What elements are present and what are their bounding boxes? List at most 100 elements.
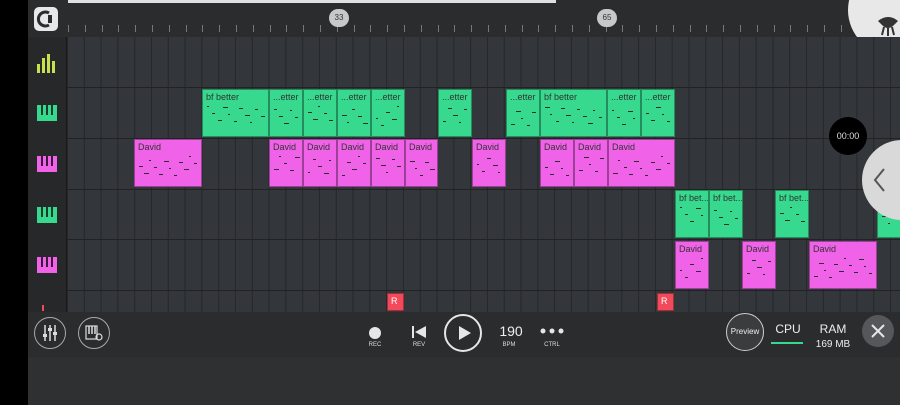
note-mark <box>425 162 429 163</box>
note-mark <box>634 161 640 162</box>
ruler-tick <box>320 25 321 32</box>
note-mark <box>410 161 415 162</box>
clip-label: David <box>679 244 703 254</box>
note-mark <box>617 117 621 118</box>
play-button[interactable] <box>444 314 482 352</box>
note-mark <box>579 170 583 171</box>
piano-green-icon[interactable] <box>36 204 58 226</box>
pattern-clip[interactable]: bf bet... <box>709 190 743 238</box>
record-icon[interactable] <box>368 326 382 340</box>
pattern-clip[interactable]: David <box>608 139 675 187</box>
menu-icon[interactable] <box>33 6 59 32</box>
note-mark <box>194 163 197 164</box>
pattern-clip[interactable]: David <box>303 139 337 187</box>
close-button[interactable] <box>862 315 894 347</box>
pattern-clip[interactable]: ...etter <box>438 89 472 137</box>
note-mark <box>228 114 231 115</box>
note-mark <box>458 122 461 123</box>
ruler-tick <box>135 25 137 32</box>
ruler-tick <box>118 25 120 32</box>
pattern-clip[interactable]: David <box>574 139 608 187</box>
ruler-tick <box>269 25 271 32</box>
pattern-clip[interactable]: bf bet... <box>775 190 809 238</box>
piano-pink-icon[interactable] <box>36 254 58 276</box>
note-mark <box>690 264 695 265</box>
pattern-clip[interactable]: David <box>472 139 506 187</box>
pattern-clip[interactable]: David <box>405 139 438 187</box>
note-mark <box>477 164 479 165</box>
ruler-tick <box>622 25 624 32</box>
automation-track-icon[interactable] <box>42 305 44 311</box>
row-divider <box>67 290 900 291</box>
note-mark <box>274 169 279 170</box>
pattern-clip[interactable]: bf bet... <box>675 190 709 238</box>
pattern-clip[interactable]: David <box>337 139 371 187</box>
note-mark <box>357 156 360 157</box>
ruler-tick <box>656 25 657 32</box>
note-mark <box>497 172 500 173</box>
note-mark <box>780 213 784 214</box>
note-mark <box>284 163 288 164</box>
pattern-clip[interactable]: David <box>675 241 709 289</box>
close-icon <box>871 324 885 338</box>
note-mark <box>352 109 356 110</box>
automation-clip[interactable]: R <box>387 293 404 311</box>
pattern-clip[interactable]: ...etter <box>337 89 371 137</box>
note-mark <box>690 221 695 222</box>
pattern-clip[interactable]: David <box>134 139 202 187</box>
automation-clip[interactable]: R <box>657 293 674 311</box>
bar-marker-65[interactable]: 65 <box>597 9 617 27</box>
note-mark <box>391 119 397 120</box>
pattern-clip[interactable]: bf better <box>540 89 607 137</box>
note-mark <box>260 116 265 117</box>
more-icon[interactable] <box>540 328 564 334</box>
note-mark <box>593 110 596 111</box>
ruler-tick <box>387 25 389 32</box>
note-mark <box>651 120 656 121</box>
pattern-clip[interactable]: David <box>269 139 303 187</box>
row-divider <box>67 239 900 240</box>
playlist-grid[interactable]: bf better ...etter ...etter ...etter ...… <box>67 37 900 312</box>
rewind-icon[interactable] <box>411 325 427 339</box>
channel-rack-button[interactable] <box>78 317 110 349</box>
note-mark <box>757 267 763 268</box>
pattern-clip[interactable]: ...etter <box>371 89 405 137</box>
note-mark <box>362 123 368 124</box>
app-window: 33 65 bf better ...etter ...etter ...ett… <box>28 0 900 405</box>
mixer-button[interactable] <box>34 317 66 349</box>
note-mark <box>526 125 530 126</box>
note-mark <box>144 173 149 174</box>
note-mark <box>661 114 664 115</box>
note-mark <box>598 117 602 118</box>
clip-label: ...etter <box>442 92 468 102</box>
bar-marker-33[interactable]: 33 <box>329 9 349 27</box>
bpm-value[interactable]: 190 <box>496 323 526 339</box>
preview-button[interactable]: Preview <box>726 313 764 351</box>
note-mark <box>362 163 366 164</box>
note-mark <box>747 273 750 274</box>
pattern-clip[interactable]: ...etter <box>303 89 337 137</box>
note-mark <box>352 169 358 170</box>
note-mark <box>719 217 724 218</box>
pattern-clip[interactable]: ...etter <box>607 89 641 137</box>
pattern-clip[interactable]: bf better <box>202 89 269 137</box>
note-mark <box>555 161 561 162</box>
bottom-toolbar: REC REV 190 BPM CTRL Preview CPU RAM 169… <box>28 312 900 357</box>
time-display[interactable]: 00:00 <box>829 117 867 155</box>
note-mark <box>829 277 832 278</box>
pattern-clip[interactable]: ...etter <box>641 89 675 137</box>
piano-green-icon[interactable] <box>36 102 58 124</box>
pattern-clip[interactable]: David <box>809 241 877 289</box>
note-mark <box>313 119 319 120</box>
mixer-icon[interactable] <box>36 52 58 74</box>
clip-label: David <box>273 142 297 152</box>
ruler-tick <box>840 25 842 32</box>
pattern-clip[interactable]: David <box>540 139 574 187</box>
piano-pink-icon[interactable] <box>36 153 58 175</box>
pattern-clip[interactable]: David <box>371 139 405 187</box>
timeline-ruler[interactable]: 33 65 <box>68 0 900 37</box>
pattern-clip[interactable]: David <box>742 241 776 289</box>
note-mark <box>646 113 649 114</box>
pattern-clip[interactable]: ...etter <box>269 89 303 137</box>
pattern-clip[interactable]: ...etter <box>506 89 540 137</box>
